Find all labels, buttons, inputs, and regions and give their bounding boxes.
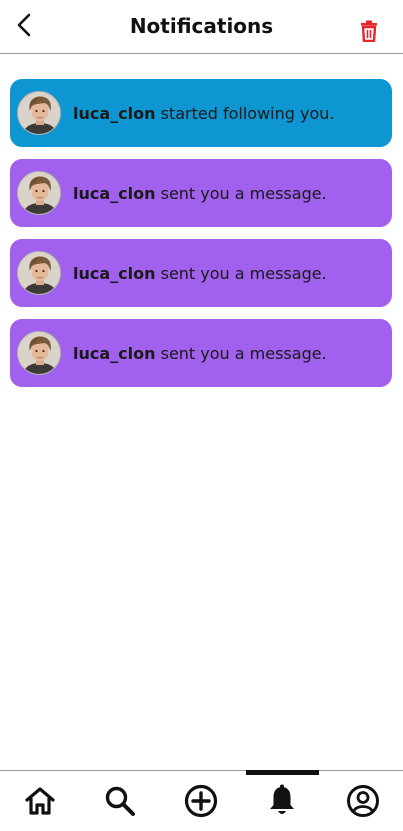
notification-item[interactable]: luca_clon sent you a message. (10, 159, 392, 227)
notification-username[interactable]: luca_clon (73, 344, 156, 363)
notification-text: luca_clon sent you a message. (73, 184, 327, 203)
bell-icon (270, 784, 294, 814)
avatar[interactable] (17, 331, 61, 375)
nav-notifications[interactable] (242, 771, 322, 831)
notification-message: sent you a message. (160, 183, 327, 203)
avatar[interactable] (17, 91, 61, 135)
notification-username[interactable]: luca_clon (73, 184, 156, 203)
search-icon (105, 786, 135, 816)
notification-message: started following you. (160, 103, 335, 123)
nav-create[interactable] (161, 771, 241, 831)
bottom-navigation (0, 770, 403, 831)
notification-list: luca_clon started following you. luca_cl… (10, 79, 392, 399)
notification-item[interactable]: luca_clon started following you. (10, 79, 392, 147)
notification-text: luca_clon started following you. (73, 104, 334, 123)
top-app-bar: Notifications (0, 0, 403, 54)
account-circle-icon (347, 785, 379, 817)
avatar[interactable] (17, 251, 61, 295)
avatar[interactable] (17, 171, 61, 215)
notification-username[interactable]: luca_clon (73, 104, 156, 123)
trash-icon (361, 20, 377, 42)
delete-all-button[interactable] (355, 16, 383, 46)
nav-profile[interactable] (323, 771, 403, 831)
notification-item[interactable]: luca_clon sent you a message. (10, 239, 392, 307)
notification-message: sent you a message. (160, 343, 327, 363)
nav-search[interactable] (80, 771, 160, 831)
notification-username[interactable]: luca_clon (73, 264, 156, 283)
notification-item[interactable]: luca_clon sent you a message. (10, 319, 392, 387)
home-icon (25, 787, 55, 815)
nav-home[interactable] (0, 771, 80, 831)
notification-message: sent you a message. (160, 263, 327, 283)
notification-text: luca_clon sent you a message. (73, 264, 327, 283)
add-circle-icon (184, 784, 218, 818)
page-title: Notifications (129, 14, 274, 38)
notification-text: luca_clon sent you a message. (73, 344, 327, 363)
